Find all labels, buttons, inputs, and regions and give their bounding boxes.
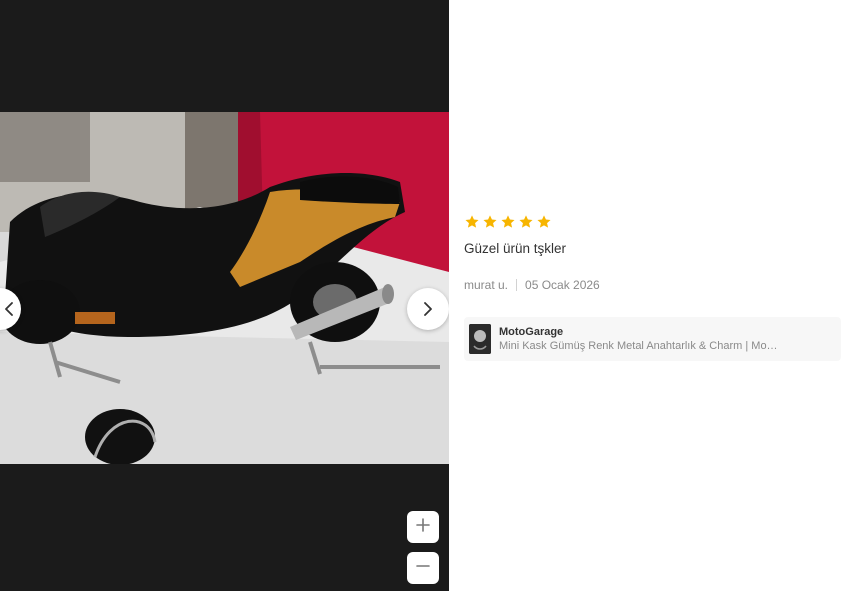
review-author: murat u. <box>464 278 509 292</box>
product-name[interactable]: Mini Kask Gümüş Renk Metal Anahtarlık & … <box>499 339 784 354</box>
star-icon <box>483 215 497 228</box>
star-icon <box>519 215 533 228</box>
star-rating <box>464 214 552 230</box>
meta-divider <box>516 279 518 291</box>
zoom-in-button[interactable] <box>407 511 439 543</box>
review-date: 05 Ocak 2026 <box>525 278 600 292</box>
star-icon <box>465 215 479 228</box>
review-comment: Güzel ürün tşkler <box>464 241 567 256</box>
seller-name[interactable]: MotoGarage <box>499 325 784 339</box>
review-meta: murat u. 05 Ocak 2026 <box>464 278 600 292</box>
star-icon <box>537 215 551 228</box>
plus-icon <box>416 517 430 537</box>
review-panel: Güzel ürün tşkler murat u. 05 Ocak 2026 … <box>449 0 842 591</box>
minus-icon <box>416 559 430 578</box>
image-viewer <box>0 0 449 591</box>
product-thumbnail <box>469 324 491 354</box>
review-photo <box>0 112 449 464</box>
product-card[interactable]: MotoGarage Mini Kask Gümüş Renk Metal An… <box>464 317 841 361</box>
chevron-left-icon <box>4 302 14 316</box>
star-icon <box>501 215 515 228</box>
chevron-right-icon <box>423 302 433 316</box>
zoom-out-button[interactable] <box>407 552 439 584</box>
next-image-button[interactable] <box>407 288 449 330</box>
